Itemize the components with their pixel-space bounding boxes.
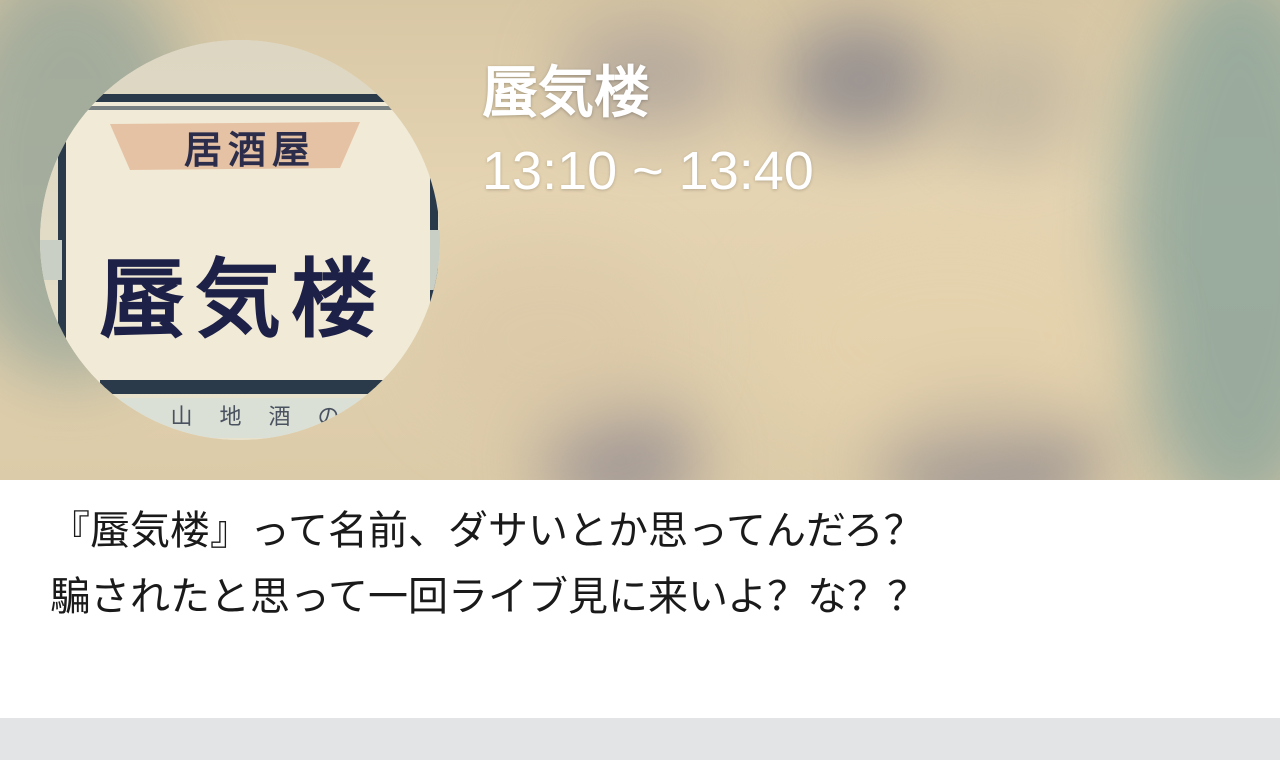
background-blur: [760, 220, 1140, 460]
sign-main-text: 蜃気楼: [99, 248, 387, 350]
background-blur: [420, 240, 680, 440]
header-banner: 居酒屋 蜃気楼 山 地 酒 の 蜃気楼 13:10 ~ 13:40: [0, 0, 1280, 480]
description-text: 『蜃気楼』って名前、ダサいとか思ってんだろ？ 騙されたと思って一回ライブ見に来い…: [50, 498, 1250, 630]
performance-time: 13:10 ~ 13:40: [482, 141, 814, 201]
description-line: 『蜃気楼』って名前、ダサいとか思ってんだろ？: [50, 508, 924, 554]
venue-title: 蜃気楼: [482, 61, 650, 126]
background-blur: [780, 20, 940, 140]
sign-top-text: 居酒屋: [183, 126, 316, 172]
description-line: 騙されたと思って一回ライブ見に来いよ？な？？: [50, 574, 928, 620]
sign-bottom-text: 山 地 酒 の: [170, 405, 350, 430]
background-blur: [1120, 0, 1280, 480]
background-blur: [940, 40, 1080, 160]
venue-avatar[interactable]: 居酒屋 蜃気楼 山 地 酒 の: [40, 40, 440, 440]
bottom-divider-bar: [0, 718, 1280, 760]
